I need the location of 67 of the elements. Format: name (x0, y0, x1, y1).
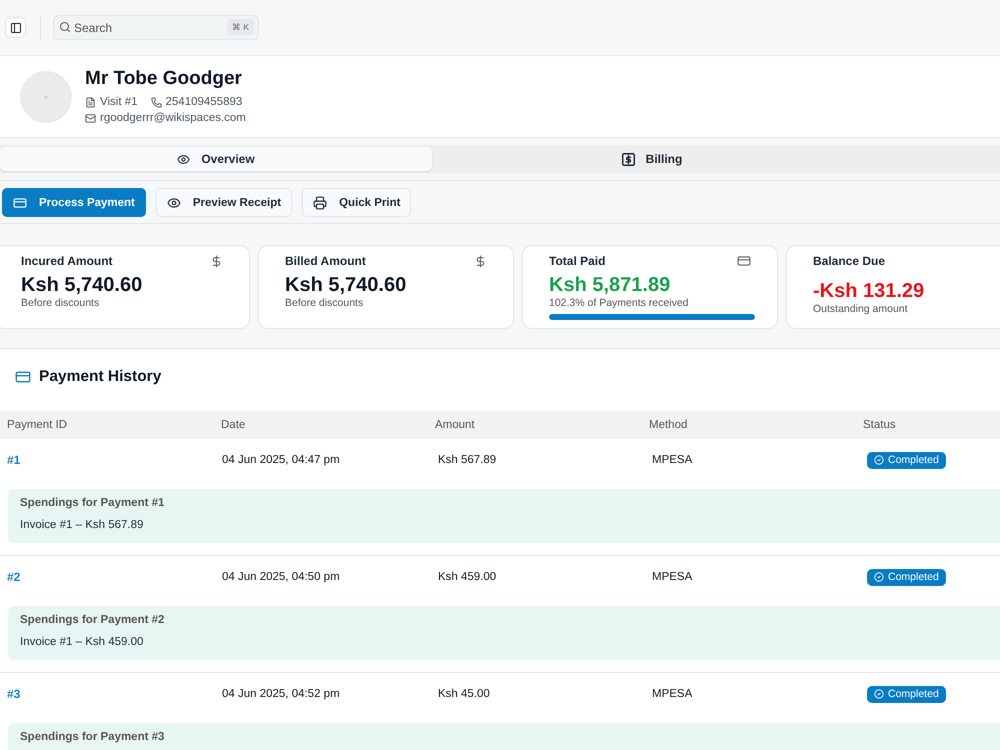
eye-icon (177, 152, 190, 166)
check-circle-icon (874, 689, 884, 699)
payment-id-link[interactable]: #2 (7, 570, 20, 584)
stat-note: Before discounts (285, 297, 364, 310)
amount-text: Ksh 567.89 (438, 454, 496, 466)
method-text: MPESA (652, 454, 692, 466)
status-text: Completed (888, 688, 939, 700)
check-circle-icon (874, 572, 884, 582)
tab[interactable]: Billing (432, 147, 872, 171)
stat-label: Balance Due (813, 254, 886, 268)
stat-note: Before discounts (21, 297, 100, 310)
date-text: 04 Jun 2025, 04:52 pm (222, 688, 340, 700)
dollar-icon (474, 254, 487, 268)
tab[interactable]: Overview (0, 147, 432, 171)
dollar-square-icon (622, 152, 635, 166)
column-header: Amount (434, 419, 476, 431)
method-text: MPESA (652, 571, 692, 583)
sidebar-toggle-button[interactable] (5, 17, 26, 38)
avatar-placeholder (20, 70, 72, 122)
stat-label: Incured Amount (21, 254, 113, 268)
printer-icon (313, 196, 328, 210)
email-address: rgoodgerrr@wikispaces.com (100, 111, 246, 126)
primary-action-button[interactable]: Process Payment (2, 188, 146, 217)
stat-value: Ksh 5,740.60 (285, 273, 408, 297)
panel-icon (10, 22, 22, 34)
amount-text: Ksh 459.00 (438, 571, 496, 583)
card-icon (737, 254, 751, 268)
patient-name: Mr Tobe Goodger (85, 67, 243, 91)
card-icon (13, 196, 27, 210)
shortcut-hint: ⌘ K (226, 19, 254, 35)
column-header: Status (862, 419, 897, 431)
spending-item: Invoice #1 – Ksh 567.89 (20, 518, 144, 533)
stat-note: Outstanding amount (813, 303, 909, 316)
phone-number: 254109455893 (166, 95, 242, 110)
date-text: 04 Jun 2025, 04:47 pm (222, 454, 340, 466)
stat-label: Total Paid (549, 254, 606, 268)
amount-text: Ksh 45.00 (438, 688, 490, 700)
stat-note: 102.3% of Payments received (549, 297, 690, 310)
date-text: 04 Jun 2025, 04:50 pm (222, 571, 340, 583)
status-text: Completed (888, 571, 939, 583)
spending-item: Invoice #1 – Ksh 459.00 (20, 635, 144, 650)
stat-label: Billed Amount (285, 254, 366, 268)
document-icon (85, 96, 96, 108)
section-title: Payment History (39, 367, 162, 387)
stat-value: -Ksh 131.29 (813, 279, 926, 303)
card-icon (15, 369, 31, 385)
visit-number: Visit #1 (100, 95, 138, 110)
column-header: Payment ID (6, 419, 68, 431)
column-header: Method (648, 419, 688, 431)
action-button[interactable]: Preview Receipt (156, 188, 292, 217)
spendings-title: Spendings for Payment #3 (20, 730, 166, 745)
stat-value: Ksh 5,740.60 (21, 273, 144, 297)
phone-icon (150, 96, 162, 108)
search-icon (59, 21, 71, 33)
status-text: Completed (888, 454, 939, 466)
action-button[interactable]: Quick Print (302, 188, 412, 217)
dollar-icon (210, 254, 223, 268)
stat-value: Ksh 5,871.89 (549, 273, 672, 297)
spendings-title: Spendings for Payment #2 (20, 613, 166, 628)
column-header: Date (220, 419, 246, 431)
spendings-title: Spendings for Payment #1 (20, 496, 166, 511)
payment-id-link[interactable]: #3 (7, 687, 20, 701)
mail-icon (85, 112, 96, 124)
check-circle-icon (874, 455, 884, 465)
eye-icon (166, 196, 181, 210)
method-text: MPESA (652, 688, 692, 700)
payment-id-link[interactable]: #1 (7, 453, 20, 467)
